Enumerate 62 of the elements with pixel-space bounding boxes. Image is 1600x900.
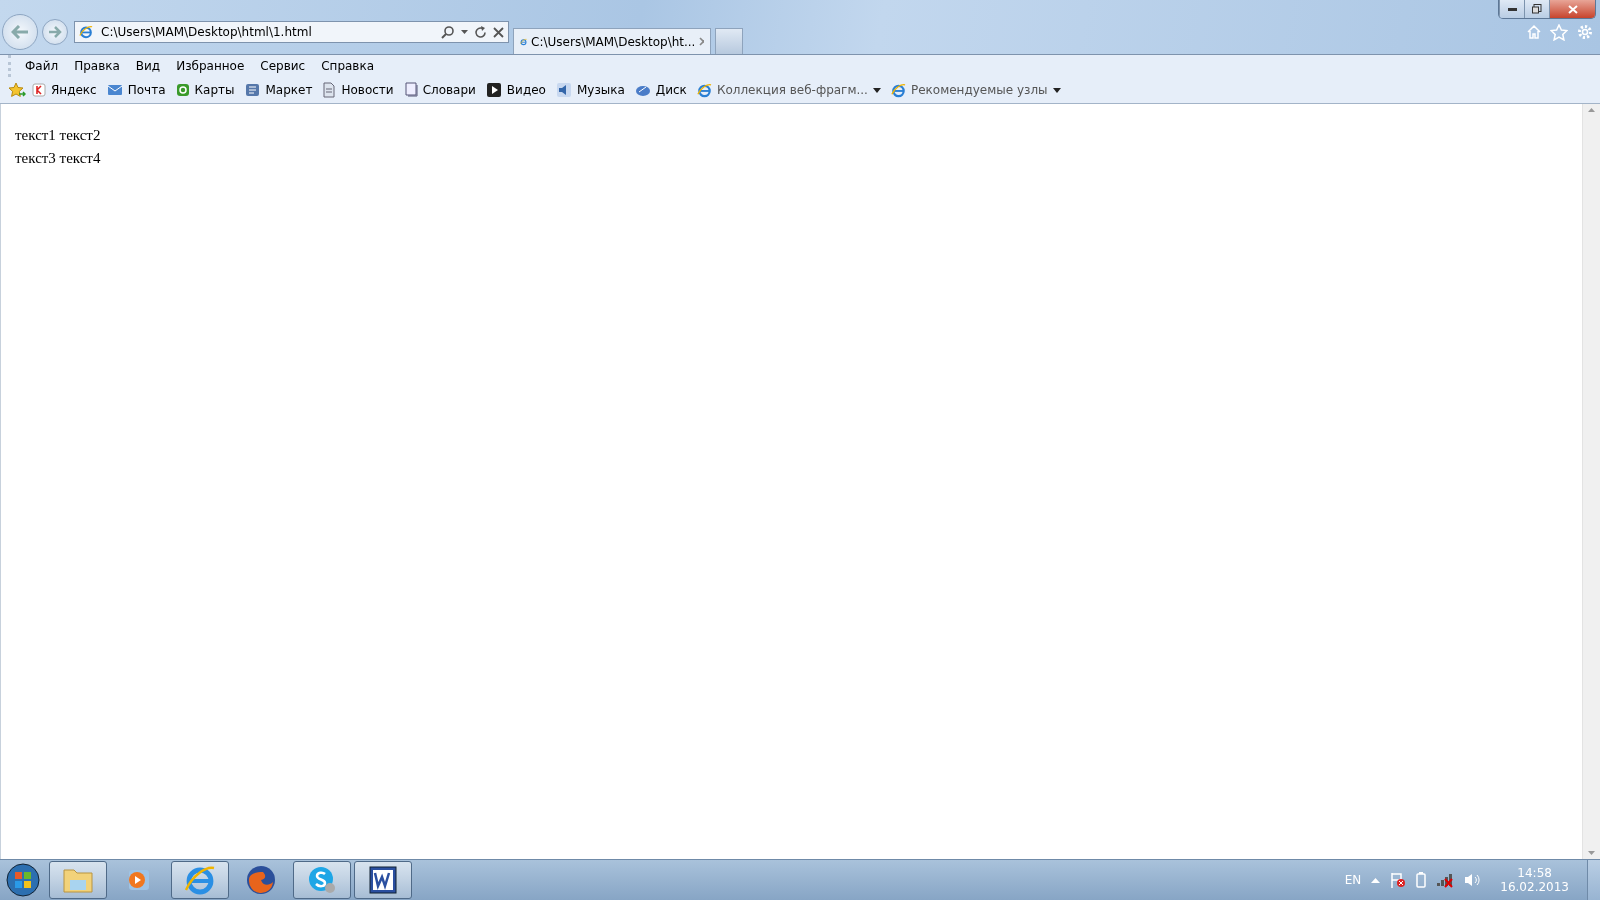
caret-icon[interactable] [461,30,468,34]
menu-item[interactable]: Сервис [252,59,314,73]
ie-logo-icon [696,82,712,98]
favorites-link[interactable]: Новости [318,82,398,98]
favorites-link[interactable]: Словари [399,82,480,98]
search-icon[interactable] [441,25,455,39]
taskbar-app-button[interactable] [293,861,351,899]
show-desktop-button[interactable] [1587,860,1600,900]
favorites-link[interactable]: Маркет [240,83,317,97]
speaker-icon [555,82,572,98]
browser-tab[interactable]: C:\Users\MAM\Desktop\ht... [513,28,711,54]
caret-icon [872,87,881,93]
ie-logo-icon [79,25,93,39]
page-text: текст1 текст2 [15,126,102,145]
star-icon[interactable] [1548,23,1570,41]
address-bar[interactable]: C:\Users\MAM\Desktop\html\1.html [74,21,509,43]
stop-icon[interactable] [493,26,504,38]
ie-logo-icon [890,82,906,98]
favorites-link[interactable]: Рекомендуемые узлы [886,82,1065,98]
scroll-up-icon[interactable] [1588,108,1595,112]
favorites-link[interactable]: Музыка [551,82,629,98]
menu-item[interactable]: Справка [313,59,383,73]
menu-item[interactable]: Избранное [168,59,253,73]
network-icon[interactable] [1436,872,1455,888]
restore-icon [1532,4,1542,14]
ie-logo-icon [184,864,216,896]
favorites-link[interactable]: Карты [171,83,239,97]
flag-icon[interactable] [1390,872,1407,888]
forward-button[interactable] [42,19,68,45]
refresh-icon[interactable] [474,25,487,39]
menu-item[interactable]: Вид [127,59,169,73]
back-arrow-icon [11,25,29,39]
forward-arrow-icon [48,26,62,38]
menu-item[interactable]: Файл [17,59,67,73]
page-text: текст3 текст4 [15,149,102,168]
close-button[interactable] [1549,0,1595,18]
minimize-button[interactable] [1499,0,1524,18]
taskbar-app-button[interactable] [354,861,412,899]
skype-logo-icon [307,865,337,895]
caret-icon [1052,87,1061,93]
play-icon [485,82,502,98]
favorites-link[interactable]: Почта [102,83,170,97]
folder-icon [62,866,94,894]
envelope-icon [106,83,123,97]
favorites-link[interactable]: Коллекция веб-фрагм... [692,82,885,98]
battery-icon[interactable] [1416,872,1427,888]
speaker-icon[interactable] [1464,872,1481,888]
favorites-link[interactable]: Диск [630,82,691,98]
back-button[interactable] [2,14,38,50]
menu-item[interactable]: Правка [66,59,128,73]
favorites-link[interactable]: Яндекс [28,83,101,97]
scrollbar[interactable] [1582,104,1600,859]
restore-button[interactable] [1524,0,1549,18]
scroll-down-icon[interactable] [1588,851,1595,855]
tray-expand-icon[interactable] [1371,877,1381,883]
address-field[interactable]: C:\Users\MAM\Desktop\html\1.html [99,24,435,40]
minimize-icon [1507,7,1517,11]
word-logo-icon [368,865,398,895]
new-tab-button[interactable] [715,28,743,54]
document-icon [322,82,337,98]
favorites-star-icon[interactable] [8,82,26,98]
favorites-link[interactable]: Видео [481,82,550,98]
